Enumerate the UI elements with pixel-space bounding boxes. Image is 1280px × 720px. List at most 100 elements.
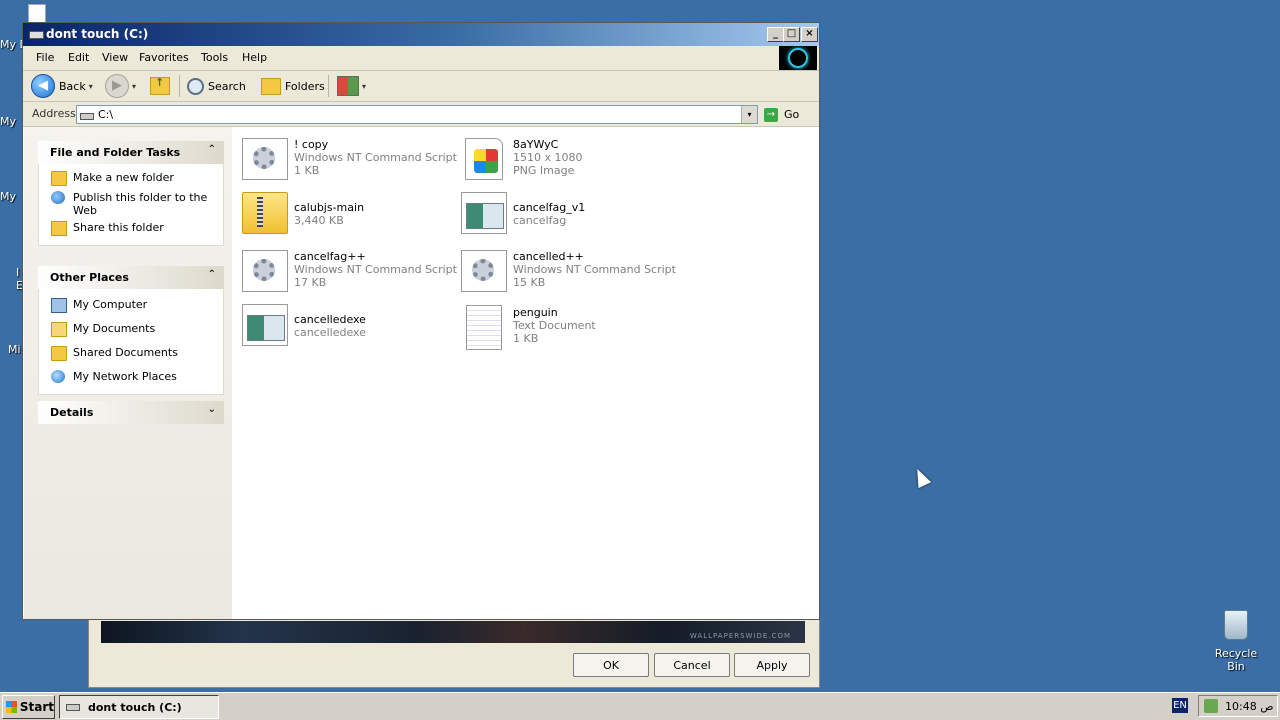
publish-to-web-link[interactable]: Publish this folder to the Web	[39, 189, 223, 219]
back-dropdown-icon[interactable]: ▾	[89, 82, 93, 91]
clock[interactable]: 10:48 ص	[1225, 700, 1274, 713]
file-size: 1 KB	[513, 332, 539, 345]
search-label: Search	[208, 79, 246, 93]
expand-chevron-icon[interactable]: ⌄	[208, 404, 216, 415]
minimize-button[interactable]: _	[767, 27, 784, 42]
file-name: calubjs-main	[294, 201, 365, 214]
file-name: cancelfag++	[294, 250, 366, 263]
file-type: PNG Image	[513, 164, 575, 177]
taskbar: Start dont touch (C:) EN 10:48 ص	[0, 692, 1280, 720]
file-item[interactable]: cancelledexe cancelledexe	[242, 304, 457, 350]
details-header[interactable]: Details ⌄	[38, 401, 224, 424]
search-icon	[187, 77, 204, 95]
file-type: Windows NT Command Script	[294, 263, 457, 276]
forward-button[interactable]: ▶ ▾	[105, 71, 136, 101]
address-dropdown-icon[interactable]: ▾	[741, 106, 757, 123]
title-bar[interactable]: dont touch (C:) _ □ ×	[23, 23, 819, 46]
taskbar-window-button[interactable]: dont touch (C:)	[59, 695, 219, 719]
task-pane: File and Folder Tasks ⌃ Make a new folde…	[24, 127, 232, 619]
file-folder-tasks-header[interactable]: File and Folder Tasks ⌃	[38, 141, 224, 164]
file-item[interactable]: cancelled++ Windows NT Command Script 15…	[461, 250, 676, 296]
go-button[interactable]: → Go	[764, 106, 799, 123]
file-name: penguin	[513, 306, 558, 319]
menu-bar: File Edit View Favorites Tools Help	[23, 46, 819, 71]
panel-title: Other Places	[50, 271, 129, 284]
mouse-cursor-icon	[910, 465, 932, 489]
menu-file[interactable]: File	[36, 51, 54, 64]
my-computer-link[interactable]: My Computer	[39, 296, 223, 316]
task-label: Publish this folder to the Web	[73, 191, 208, 217]
recycle-bin-label: Recycle Bin	[1214, 647, 1258, 673]
place-label: Shared Documents	[73, 346, 178, 359]
menu-help[interactable]: Help	[242, 51, 267, 64]
cancel-button[interactable]: Cancel	[654, 653, 730, 677]
network-tray-icon[interactable]	[1204, 699, 1218, 713]
file-item[interactable]: penguin Text Document 1 KB	[461, 305, 676, 351]
wallpaper-preview: WALLPAPERSWIDE.COM	[101, 621, 805, 643]
file-name: cancelled++	[513, 250, 584, 263]
text-document-icon	[466, 305, 502, 350]
file-item[interactable]: cancelfag_v1 cancelfag	[461, 192, 676, 238]
forward-arrow-icon: ▶	[105, 74, 129, 98]
address-input[interactable]: C:\ ▾	[76, 105, 758, 124]
application-window-icon	[247, 315, 285, 341]
desktop-icon-label[interactable]: Mi	[8, 343, 21, 356]
task-label: Make a new folder	[73, 171, 174, 184]
menu-edit[interactable]: Edit	[68, 51, 89, 64]
drive-icon	[66, 703, 80, 711]
language-indicator[interactable]: EN	[1172, 698, 1188, 713]
up-folder-button[interactable]: ↑	[150, 71, 170, 101]
start-button[interactable]: Start	[2, 695, 55, 719]
file-type: Windows NT Command Script	[294, 151, 457, 164]
shared-documents-link[interactable]: Shared Documents	[39, 344, 223, 364]
go-arrow-icon: →	[764, 107, 778, 122]
desktop-document-icon[interactable]	[28, 4, 46, 24]
folders-button[interactable]: Folders	[261, 71, 325, 101]
maximize-button[interactable]: □	[783, 27, 800, 42]
my-documents-link[interactable]: My Documents	[39, 320, 223, 340]
zip-folder-icon	[242, 192, 288, 234]
drive-icon	[80, 113, 94, 120]
menu-favorites[interactable]: Favorites	[139, 51, 189, 64]
back-button[interactable]: ◀ Back ▾	[31, 71, 93, 101]
up-folder-icon: ↑	[150, 76, 170, 95]
ok-button[interactable]: OK	[573, 653, 649, 677]
menu-view[interactable]: View	[102, 51, 128, 64]
views-button[interactable]: ▾	[337, 71, 366, 101]
share-folder-link[interactable]: Share this folder	[39, 219, 223, 239]
collapse-chevron-icon[interactable]: ⌃	[208, 144, 216, 155]
gear-icon	[472, 259, 494, 281]
file-item[interactable]: calubjs-main 3,440 KB	[242, 192, 457, 238]
my-network-places-link[interactable]: My Network Places	[39, 368, 223, 388]
views-dropdown-icon[interactable]: ▾	[362, 82, 366, 91]
make-new-folder-link[interactable]: Make a new folder	[39, 169, 223, 189]
exe-icon	[461, 192, 507, 234]
explorer-window: dont touch (C:) _ □ × File Edit View Fav…	[22, 22, 820, 620]
menu-tools[interactable]: Tools	[201, 51, 228, 64]
desktop-icon-label[interactable]: My	[0, 115, 16, 128]
file-item[interactable]: 8aYWyC 1510 x 1080 PNG Image	[461, 138, 676, 184]
folders-icon	[261, 77, 281, 95]
image-dimensions: 1510 x 1080	[513, 151, 583, 164]
toolbar-separator	[179, 75, 180, 97]
search-button[interactable]: Search	[187, 71, 246, 101]
desktop-icon-label[interactable]: I	[16, 266, 19, 279]
other-places-header[interactable]: Other Places ⌃	[38, 266, 224, 289]
system-tray: 10:48 ص	[1198, 695, 1278, 717]
gear-icon	[253, 147, 275, 169]
panel-title: File and Folder Tasks	[50, 146, 181, 159]
apply-button[interactable]: Apply	[734, 653, 810, 677]
collapse-chevron-icon[interactable]: ⌃	[208, 269, 216, 280]
file-type: Windows NT Command Script	[513, 263, 676, 276]
file-item[interactable]: cancelfag++ Windows NT Command Script 17…	[242, 250, 457, 296]
forward-dropdown-icon[interactable]: ▾	[132, 82, 136, 91]
back-label: Back	[59, 79, 86, 93]
file-item[interactable]: ! copy Windows NT Command Script 1 KB	[242, 138, 457, 184]
close-button[interactable]: ×	[801, 27, 818, 42]
documents-folder-icon	[51, 322, 67, 337]
script-icon	[242, 250, 288, 292]
toolbar-separator	[328, 75, 329, 97]
recycle-bin[interactable]: Recycle Bin	[1208, 610, 1264, 673]
desktop-icon-label[interactable]: My	[0, 190, 16, 203]
views-icon	[337, 76, 359, 96]
